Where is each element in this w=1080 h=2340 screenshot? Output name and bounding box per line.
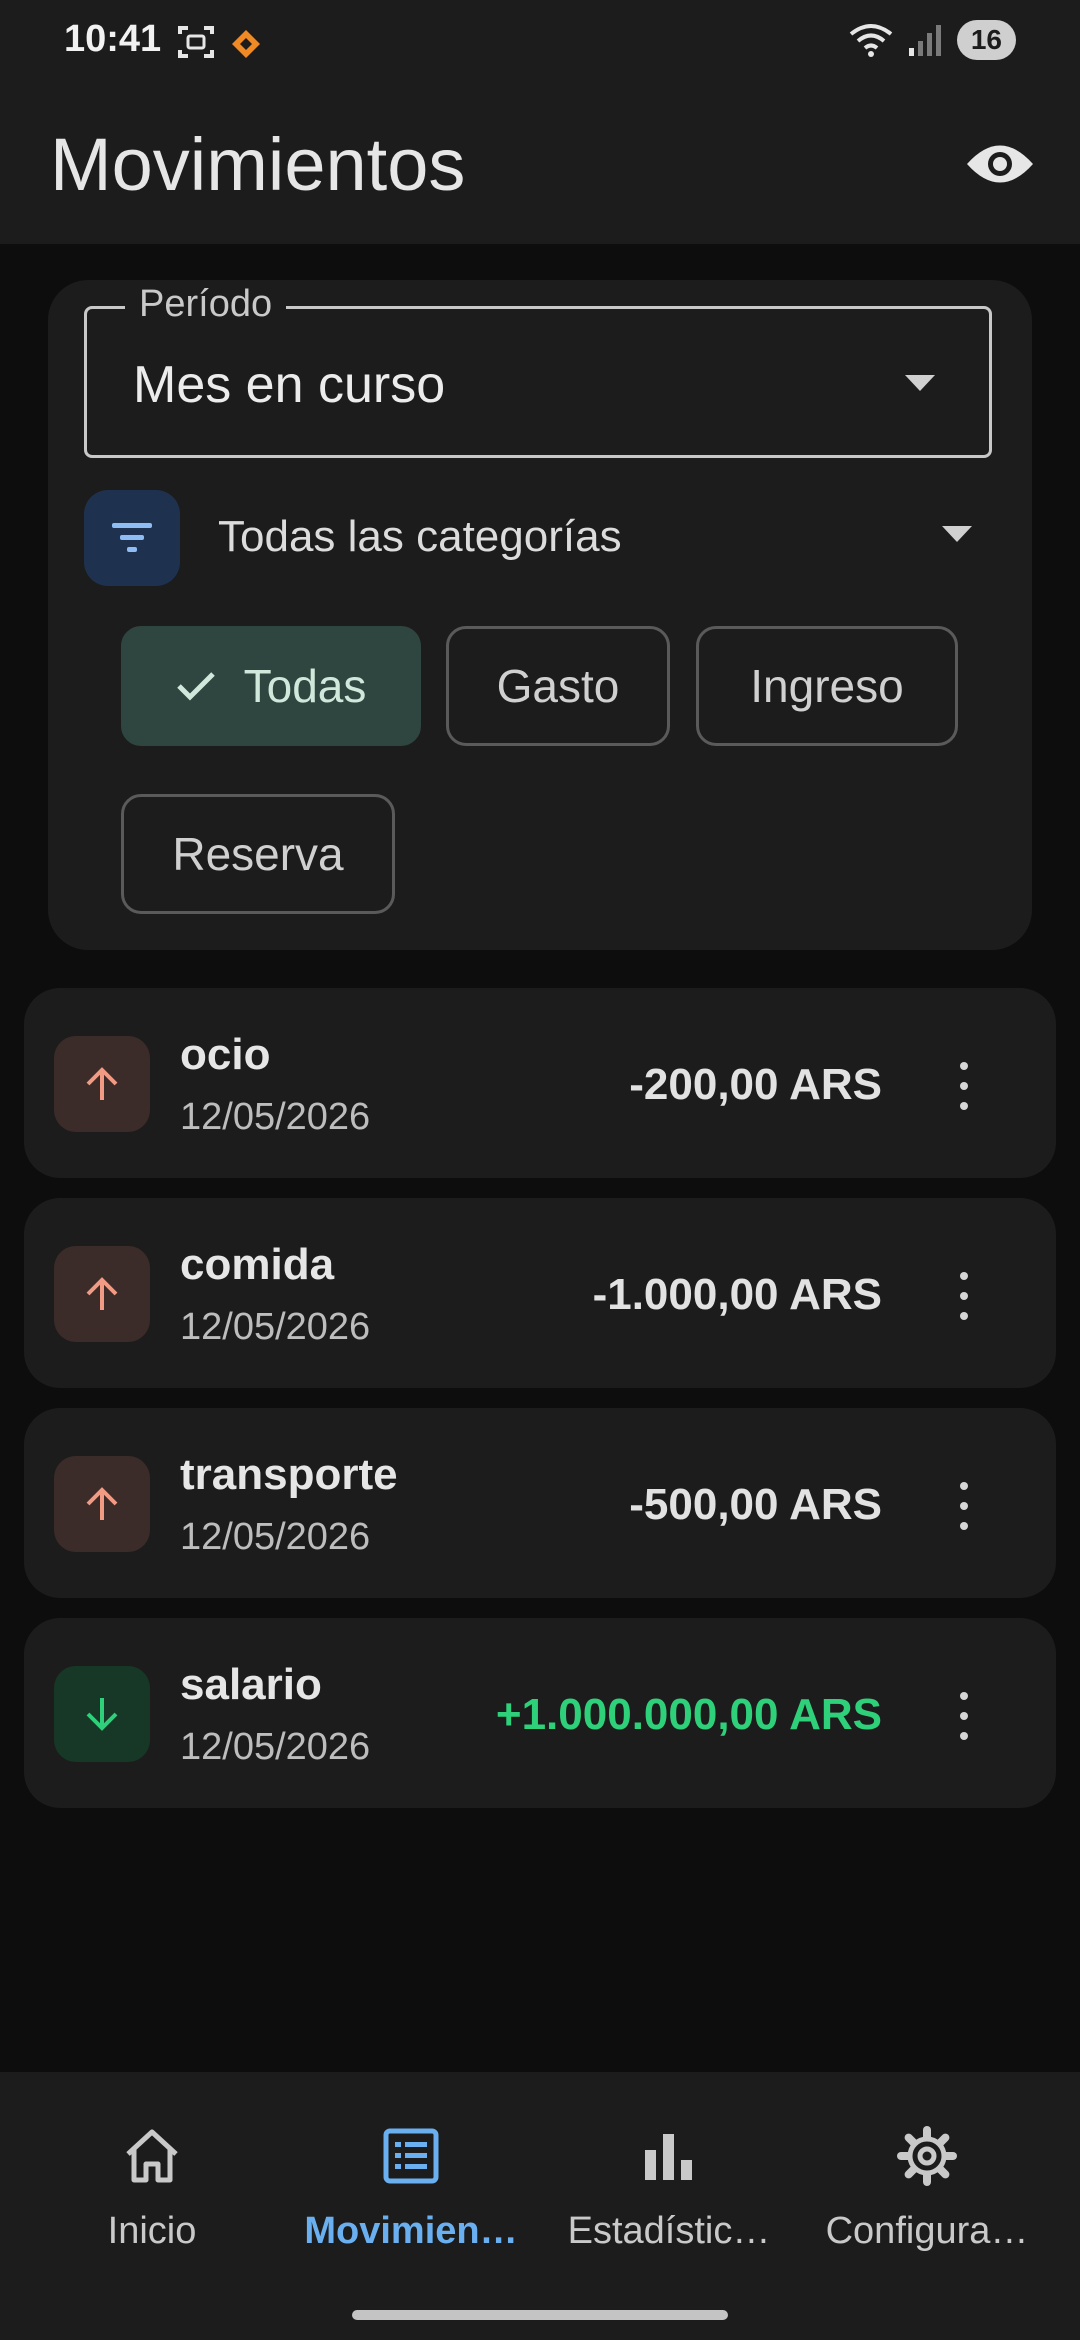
nav-label: Movimien…	[304, 2210, 518, 2252]
chip-gasto[interactable]: Gasto	[446, 626, 670, 746]
nav-item-estadisticas[interactable]: Estadístic…	[534, 2120, 804, 2253]
period-label: Período	[125, 283, 287, 326]
chip-todas[interactable]: Todas	[121, 626, 421, 746]
income-icon-container	[54, 1666, 150, 1762]
status-time: 10:41	[64, 18, 162, 60]
dropdown-caret-icon	[905, 375, 935, 391]
category-label: Todas las categorías	[218, 512, 622, 561]
visibility-toggle-button[interactable]	[960, 124, 1040, 204]
status-system-icons: 16	[849, 20, 1016, 60]
page-title: Movimientos	[50, 123, 466, 206]
transaction-date: 12/05/2026	[180, 1096, 371, 1138]
expense-icon-container	[54, 1246, 150, 1342]
screenshot-icon	[178, 26, 214, 58]
filter-icon-container	[84, 490, 180, 586]
eye-icon	[967, 145, 1033, 183]
app-notification-icon	[232, 30, 260, 58]
bar-chart-icon	[645, 2134, 692, 2180]
nav-item-inicio[interactable]: Inicio	[17, 2120, 287, 2253]
status-bar: 10:41 16	[0, 0, 1080, 82]
more-vert-icon[interactable]	[952, 1692, 976, 1740]
arrow-up-icon	[86, 1487, 118, 1520]
category-dropdown[interactable]: Todas las categorías	[84, 490, 992, 586]
transaction-amount: -1.000,00 ARS	[592, 1270, 882, 1319]
transaction-date: 12/05/2026	[180, 1516, 371, 1558]
nav-label: Estadístic…	[567, 2210, 771, 2252]
transaction-name: comida	[180, 1240, 335, 1289]
check-icon	[176, 672, 215, 701]
chip-label: Reserva	[172, 828, 344, 880]
bottom-navigation: Inicio Movimien… Estadístic… Configura…	[0, 2072, 1080, 2340]
period-dropdown[interactable]: Período Mes en curso	[84, 283, 992, 458]
home-indicator[interactable]	[352, 2310, 728, 2320]
expense-icon-container	[54, 1036, 150, 1132]
dropdown-caret-icon	[942, 526, 972, 542]
wifi-icon	[849, 24, 893, 57]
signal-icon	[908, 25, 941, 56]
home-icon	[126, 2129, 178, 2183]
transaction-item[interactable]: ocio 12/05/2026 -200,00 ARS	[24, 988, 1056, 1178]
more-vert-icon[interactable]	[952, 1482, 976, 1530]
arrow-up-icon	[86, 1277, 118, 1310]
arrow-up-icon	[86, 1067, 118, 1100]
transaction-amount: -500,00 ARS	[629, 1480, 882, 1529]
transaction-item[interactable]: salario 12/05/2026 +1.000.000,00 ARS	[24, 1618, 1056, 1808]
transaction-amount: +1.000.000,00 ARS	[495, 1690, 882, 1739]
chip-label: Gasto	[496, 660, 620, 712]
filter-card: Período Mes en curso Todas las categoría…	[48, 280, 1032, 950]
chip-label: Todas	[243, 660, 367, 712]
period-value: Mes en curso	[133, 356, 446, 414]
transaction-name: ocio	[180, 1030, 271, 1079]
nav-item-configuracion[interactable]: Configura…	[792, 2120, 1062, 2253]
more-vert-icon[interactable]	[952, 1272, 976, 1320]
list-icon	[383, 2128, 439, 2184]
transaction-item[interactable]: transporte 12/05/2026 -500,00 ARS	[24, 1408, 1056, 1598]
transaction-name: transporte	[180, 1450, 398, 1499]
expense-icon-container	[54, 1456, 150, 1552]
nav-label: Inicio	[107, 2210, 197, 2252]
chip-label: Ingreso	[750, 660, 904, 712]
filter-icon	[112, 523, 152, 552]
chip-reserva[interactable]: Reserva	[121, 794, 395, 914]
nav-item-movimientos[interactable]: Movimien…	[276, 2120, 546, 2253]
nav-label: Configura…	[825, 2210, 1029, 2252]
transaction-date: 12/05/2026	[180, 1726, 371, 1768]
transaction-date: 12/05/2026	[180, 1306, 371, 1348]
arrow-down-icon	[86, 1698, 118, 1731]
more-vert-icon[interactable]	[952, 1062, 976, 1110]
chip-ingreso[interactable]: Ingreso	[696, 626, 958, 746]
transaction-amount: -200,00 ARS	[629, 1060, 882, 1109]
battery-indicator: 16	[956, 20, 1016, 60]
status-notification-icons	[176, 22, 266, 62]
app-bar: Movimientos	[0, 82, 1080, 244]
transaction-item[interactable]: comida 12/05/2026 -1.000,00 ARS	[24, 1198, 1056, 1388]
transaction-name: salario	[180, 1660, 322, 1709]
gear-icon	[897, 2126, 957, 2186]
